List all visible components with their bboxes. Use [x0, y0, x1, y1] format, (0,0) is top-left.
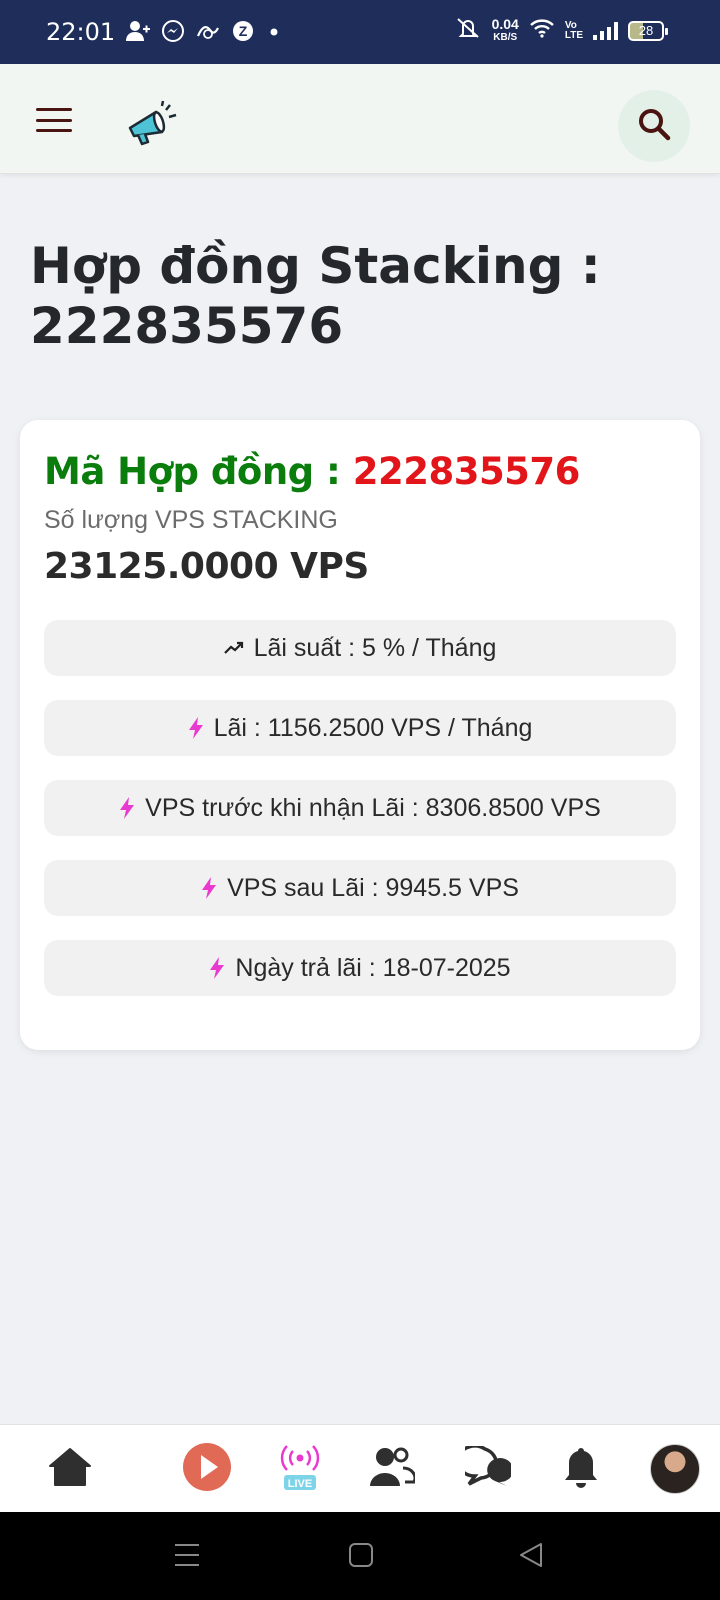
status-time: 22:01: [46, 18, 116, 46]
nav-chat[interactable]: [456, 1425, 514, 1513]
play-icon: [182, 1442, 232, 1497]
battery-level: 28: [638, 23, 654, 38]
back-triangle-icon[interactable]: [518, 1542, 544, 1568]
lightning-icon: [201, 877, 217, 899]
search-button[interactable]: [618, 90, 690, 162]
interest-amount-text: Lãi : 1156.2500 VPS / Tháng: [213, 713, 533, 742]
live-icon: LIVE: [278, 1442, 322, 1497]
net-speed-value: 0.04: [491, 15, 519, 32]
volte-indicator: Vo LTE: [564, 19, 583, 41]
system-status-icons: 0.04 KB/S Vo LTE 28: [454, 15, 668, 44]
battery-icon: 28: [628, 20, 668, 41]
net-speed: 0.04 KB/S: [491, 15, 519, 44]
wifi-icon: [529, 18, 555, 43]
friends-icon: [369, 1446, 417, 1493]
page-title: Hợp đồng Stacking : 222835576: [30, 237, 601, 355]
lightning-icon: [209, 957, 225, 979]
avatar: [650, 1444, 700, 1494]
contract-code: Mã Hợp đồng : 222835576: [44, 450, 580, 493]
interest-rate-row: Lãi suất : 5 % / Tháng: [44, 620, 676, 676]
vps-before-text: VPS trước khi nhận Lãi : 8306.8500 VPS: [145, 793, 601, 822]
nav-notifications[interactable]: [556, 1425, 606, 1513]
payment-date-row: Ngày trả lãi : 18-07-2025: [44, 940, 676, 996]
app-icon: [196, 22, 220, 46]
recents-icon[interactable]: [174, 1542, 200, 1568]
status-bar: 22:01 Z 0.04 KB/S Vo LTE 28: [0, 0, 720, 64]
contract-code-value: 222835576: [352, 450, 581, 493]
signal-icon: [593, 21, 618, 40]
notification-icons: Z: [126, 20, 282, 48]
contract-code-label: Mã Hợp đồng :: [44, 450, 353, 493]
vps-after-row: VPS sau Lãi : 9945.5 VPS: [44, 860, 676, 916]
mute-icon: [454, 17, 482, 44]
nav-home[interactable]: [40, 1425, 100, 1513]
contract-card: Mã Hợp đồng : 222835576 Số lượng VPS STA…: [20, 420, 700, 1050]
app-header: [0, 64, 720, 174]
lightning-icon: [119, 797, 135, 819]
vps-before-row: VPS trước khi nhận Lãi : 8306.8500 VPS: [44, 780, 676, 836]
vps-after-text: VPS sau Lãi : 9945.5 VPS: [227, 873, 519, 902]
live-badge: LIVE: [288, 1478, 312, 1490]
interest-rate-text: Lãi suất : 5 % / Tháng: [253, 633, 497, 662]
bottom-navigation: LIVE: [0, 1424, 720, 1512]
quantity-label: Số lượng VPS STACKING: [44, 506, 338, 534]
zalo-icon: Z: [232, 20, 254, 48]
quantity-value: 23125.0000 VPS: [44, 546, 369, 587]
megaphone-icon[interactable]: [126, 100, 180, 146]
messenger-icon: [162, 20, 184, 48]
hamburger-menu-icon[interactable]: [36, 108, 72, 132]
add-contact-icon: [126, 20, 150, 48]
dot-icon: [266, 22, 282, 46]
system-navigation-bar: [0, 1512, 720, 1600]
trending-up-icon: [223, 641, 244, 655]
volte-top: Vo: [564, 19, 577, 31]
payment-date-text: Ngày trả lãi : 18-07-2025: [235, 953, 511, 982]
net-speed-unit: KB/S: [493, 31, 518, 43]
lightning-icon: [188, 717, 204, 739]
search-icon: [637, 107, 671, 146]
home-icon: [48, 1447, 92, 1492]
nav-profile[interactable]: [648, 1425, 702, 1513]
nav-video[interactable]: [180, 1425, 234, 1513]
bell-icon: [562, 1446, 600, 1493]
home-square-icon[interactable]: [348, 1542, 374, 1568]
svg-text:Z: Z: [239, 23, 248, 39]
chat-icon: [456, 1443, 514, 1493]
volte-bottom: LTE: [564, 29, 583, 41]
interest-amount-row: Lãi : 1156.2500 VPS / Tháng: [44, 700, 676, 756]
nav-friends[interactable]: [366, 1425, 418, 1513]
nav-live[interactable]: LIVE: [274, 1425, 326, 1513]
